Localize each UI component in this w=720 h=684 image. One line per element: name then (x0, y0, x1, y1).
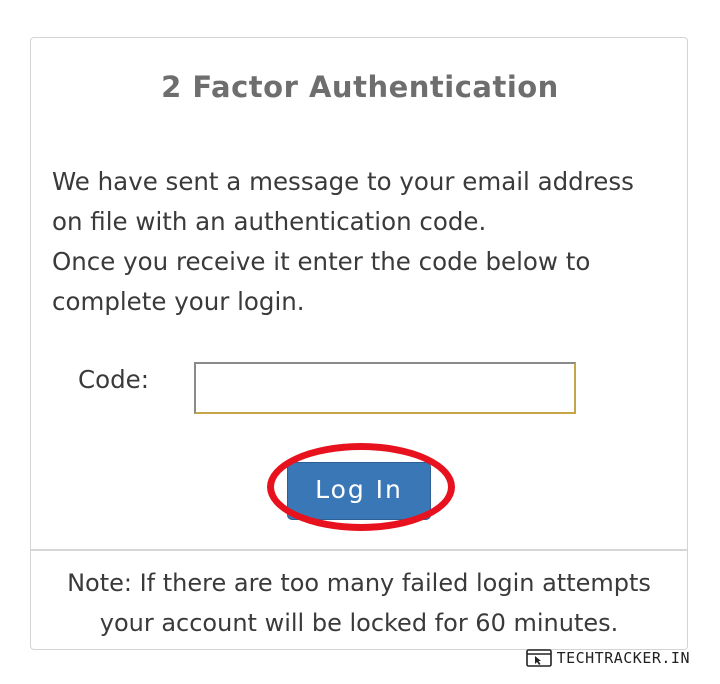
two-factor-panel (30, 37, 688, 650)
code-label: Code: (78, 365, 149, 394)
cursor-window-icon (525, 649, 552, 667)
code-input[interactable] (194, 362, 576, 414)
message-line: complete your login. (52, 287, 305, 316)
page-title: 2 Factor Authentication (161, 70, 559, 104)
message-line: on file with an authentication code. (52, 207, 487, 236)
watermark-text: TECHTRACKER.IN (556, 649, 690, 667)
note-line: Note: If there are too many failed login… (67, 569, 651, 597)
message-line: Once you receive it enter the code below… (52, 247, 591, 276)
message-line: We have sent a message to your email add… (52, 167, 634, 196)
login-button[interactable]: Log In (287, 462, 431, 520)
note-line: your account will be locked for 60 minut… (99, 609, 619, 637)
instructions-message: We have sent a message to your email add… (52, 162, 692, 322)
watermark: TECHTRACKER.IN (525, 649, 690, 667)
lockout-note: Note: If there are too many failed login… (30, 563, 688, 643)
page: 2 Factor Authentication We have sent a m… (0, 0, 720, 684)
divider (31, 549, 687, 551)
